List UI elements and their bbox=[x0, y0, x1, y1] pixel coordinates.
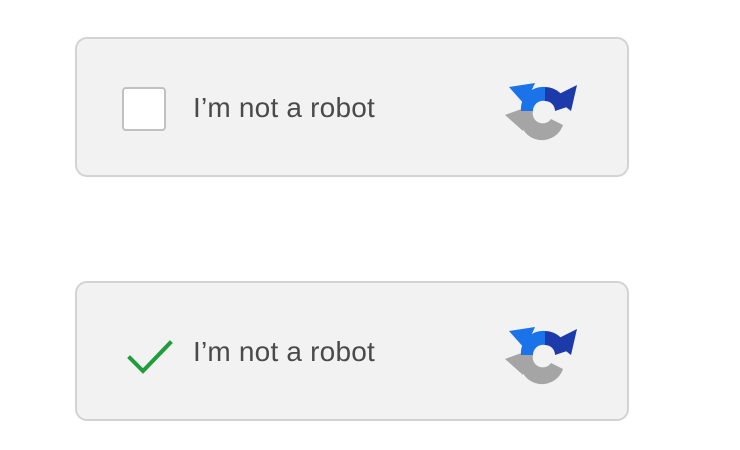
recaptcha-widget-unchecked: I’m not a robot bbox=[75, 37, 629, 177]
checkmark-icon[interactable] bbox=[126, 337, 174, 377]
not-a-robot-label: I’m not a robot bbox=[193, 92, 375, 123]
not-a-robot-checkbox[interactable] bbox=[122, 87, 166, 131]
recaptcha-logo-icon bbox=[505, 83, 577, 141]
recaptcha-widget-checked: I’m not a robot bbox=[75, 281, 629, 421]
not-a-robot-label: I’m not a robot bbox=[193, 336, 375, 367]
recaptcha-logo-icon bbox=[505, 327, 577, 385]
